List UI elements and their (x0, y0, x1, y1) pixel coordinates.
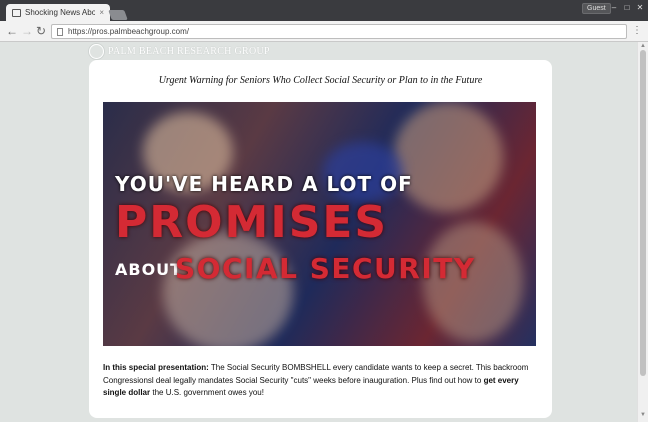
site-logo[interactable]: PALM BEACH RESEARCH GROUP (89, 44, 270, 59)
new-tab-button[interactable] (108, 10, 128, 20)
page-favicon-icon (12, 8, 21, 17)
scroll-down-icon[interactable]: ▼ (640, 412, 646, 418)
back-arrow-icon[interactable]: ← (5, 24, 19, 38)
scroll-up-icon[interactable]: ▲ (640, 43, 646, 49)
url-text: https://pros.palmbeachgroup.com/ (68, 27, 189, 36)
hero-text-line1: YOU'VE HEARD A LOT OF (115, 172, 413, 196)
hero-text-social-security: SOCIAL SECURITY (175, 252, 476, 285)
description-lead: In this special presentation: (103, 363, 209, 372)
guest-profile-button[interactable]: Guest (582, 3, 611, 14)
browser-menu-icon[interactable]: ⋮ (632, 25, 642, 37)
browser-titlebar: Shocking News About × Guest – □ ✕ (0, 0, 648, 21)
hero-video-image[interactable]: YOU'VE HEARD A LOT OF PROMISES ABOUT SOC… (103, 102, 536, 346)
tab-title: Shocking News About (25, 8, 96, 17)
presentation-description: In this special presentation: The Social… (103, 362, 543, 400)
forward-arrow-icon[interactable]: → (20, 24, 34, 38)
close-window-icon[interactable]: ✕ (634, 3, 646, 13)
content-card: Urgent Warning for Seniors Who Collect S… (89, 60, 552, 418)
crowd-figure (163, 232, 293, 346)
hero-text-promises: PROMISES (115, 197, 389, 248)
browser-toolbar: ← → ↻ https://pros.palmbeachgroup.com/ ⋮ (0, 21, 648, 42)
address-bar[interactable]: https://pros.palmbeachgroup.com/ (51, 24, 627, 39)
reload-icon[interactable]: ↻ (34, 24, 48, 38)
logo-seal-icon (89, 44, 104, 59)
page-info-icon[interactable] (57, 27, 63, 36)
logo-text: PALM BEACH RESEARCH GROUP (108, 46, 270, 57)
hero-text-about: ABOUT (115, 260, 183, 279)
browser-tab[interactable]: Shocking News About × (6, 4, 110, 21)
page-scrollbar[interactable]: ▲ ▼ (637, 42, 648, 422)
minimize-icon[interactable]: – (608, 3, 620, 13)
tab-close-icon[interactable]: × (99, 8, 104, 17)
scroll-thumb[interactable] (640, 50, 646, 376)
description-text-end: the U.S. government owes you! (150, 388, 264, 397)
page-headline: Urgent Warning for Seniors Who Collect S… (158, 75, 483, 86)
maximize-icon[interactable]: □ (621, 3, 633, 13)
